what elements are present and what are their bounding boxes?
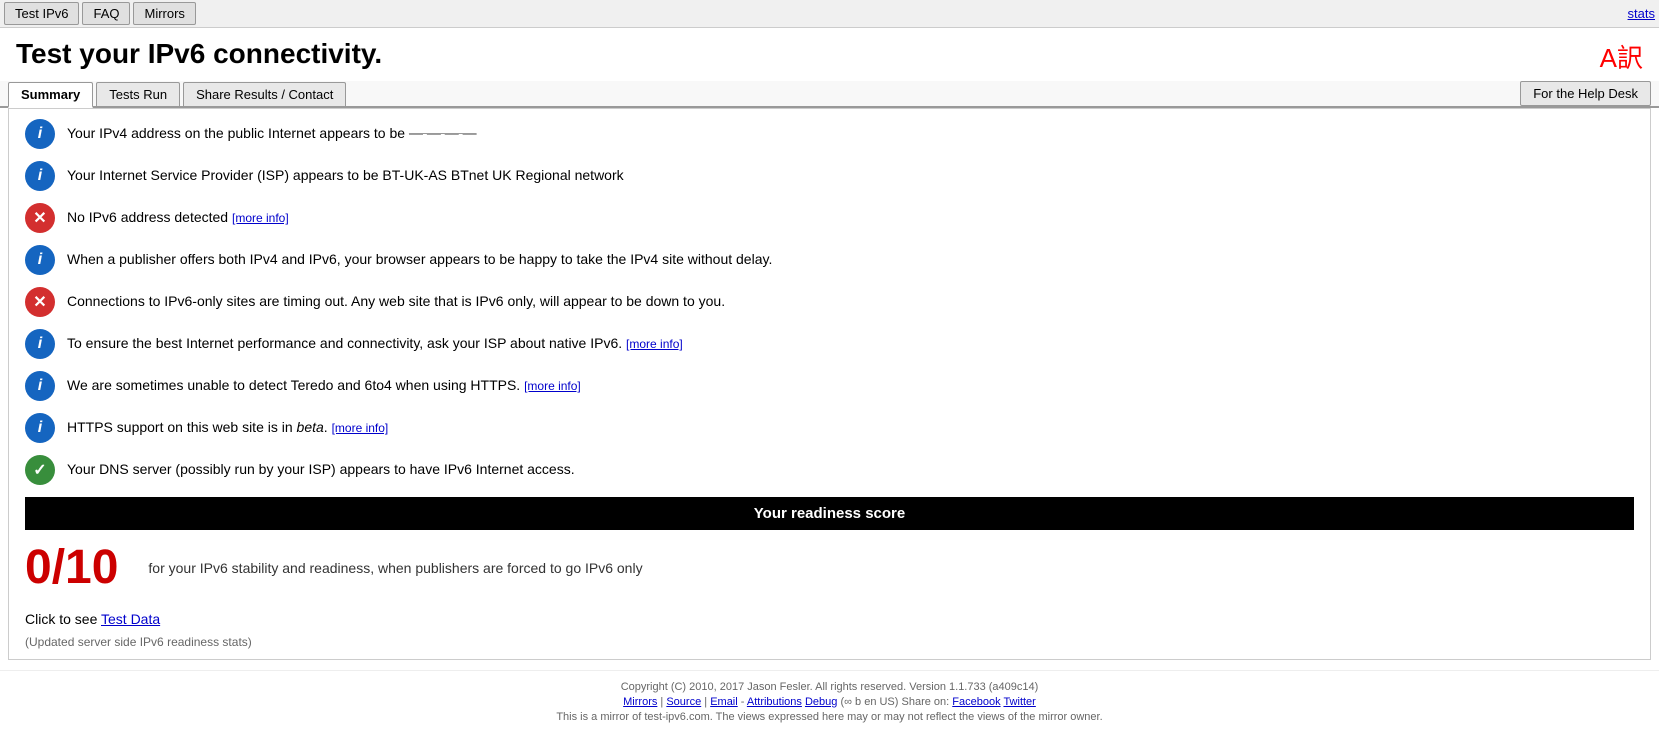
- main-content: i Your IPv4 address on the public Intern…: [8, 108, 1651, 660]
- row-teredo: i We are sometimes unable to detect Tere…: [25, 371, 1634, 401]
- score-subtitle: for your IPv6 stability and readiness, w…: [148, 560, 642, 576]
- footer-locale: ∞ b en US: [844, 696, 895, 708]
- icon-info-6: i: [25, 413, 55, 443]
- row-text-3: No IPv6 address detected [more info]: [67, 208, 289, 228]
- footer-twitter-link[interactable]: Twitter: [1003, 696, 1035, 708]
- icon-info-1: i: [25, 119, 55, 149]
- updated-note: (Updated server side IPv6 readiness stat…: [25, 635, 1634, 649]
- icon-info-5: i: [25, 371, 55, 401]
- row-timeout: ✕ Connections to IPv6-only sites are tim…: [25, 287, 1634, 317]
- row-text-5: Connections to IPv6-only sites are timin…: [67, 292, 725, 312]
- row-no-ipv6: ✕ No IPv6 address detected [more info]: [25, 203, 1634, 233]
- row-text-9: Your DNS server (possibly run by your IS…: [67, 460, 575, 480]
- footer-source-link[interactable]: Source: [666, 696, 701, 708]
- footer-mirrors-link[interactable]: Mirrors: [623, 696, 657, 708]
- translate-icon[interactable]: A訳: [1600, 38, 1643, 75]
- nav-tab-faq[interactable]: FAQ: [82, 2, 130, 25]
- more-info-link-2[interactable]: [more info]: [626, 337, 683, 351]
- icon-success-1: ✓: [25, 455, 55, 485]
- icon-info-4: i: [25, 329, 55, 359]
- tab-share-results[interactable]: Share Results / Contact: [183, 82, 346, 106]
- test-data-label: Click to see: [25, 611, 101, 627]
- more-info-link-3[interactable]: [more info]: [524, 379, 581, 393]
- help-desk-button[interactable]: For the Help Desk: [1520, 81, 1651, 106]
- row-text-2: Your Internet Service Provider (ISP) app…: [67, 166, 624, 186]
- footer-email-link[interactable]: Email: [710, 696, 738, 708]
- row-native-ipv6: i To ensure the best Internet performanc…: [25, 329, 1634, 359]
- footer-mirror-note: This is a mirror of test-ipv6.com. The v…: [0, 711, 1659, 723]
- row-text-4: When a publisher offers both IPv4 and IP…: [67, 250, 772, 270]
- nav-tab-mirrors[interactable]: Mirrors: [133, 2, 195, 25]
- score-bar: Your readiness score: [25, 497, 1634, 530]
- icon-error-1: ✕: [25, 203, 55, 233]
- icon-info-3: i: [25, 245, 55, 275]
- row-text-7: We are sometimes unable to detect Teredo…: [67, 376, 581, 396]
- row-publisher-both: i When a publisher offers both IPv4 and …: [25, 245, 1634, 275]
- score-area: 0/10 for your IPv6 stability and readine…: [25, 530, 1634, 601]
- footer: Copyright (C) 2010, 2017 Jason Fesler. A…: [0, 670, 1659, 732]
- tab-tests-run[interactable]: Tests Run: [96, 82, 180, 106]
- tab-summary[interactable]: Summary: [8, 82, 93, 108]
- test-data-link-row: Click to see Test Data: [25, 611, 1634, 627]
- footer-links: Mirrors | Source | Email - Attributions …: [0, 696, 1659, 708]
- top-nav-bar: Test IPv6 FAQ Mirrors stats: [0, 0, 1659, 28]
- more-info-link-4[interactable]: [more info]: [332, 421, 389, 435]
- test-data-link[interactable]: Test Data: [101, 611, 160, 627]
- row-isp: i Your Internet Service Provider (ISP) a…: [25, 161, 1634, 191]
- icon-info-2: i: [25, 161, 55, 191]
- row-ipv4-address: i Your IPv4 address on the public Intern…: [25, 119, 1634, 149]
- page-title-area: Test your IPv6 connectivity. A訳: [0, 28, 1659, 81]
- icon-error-2: ✕: [25, 287, 55, 317]
- row-dns-success: ✓ Your DNS server (possibly run by your …: [25, 455, 1634, 485]
- footer-debug-link[interactable]: Debug: [805, 696, 837, 708]
- tabs-row: Summary Tests Run Share Results / Contac…: [0, 81, 1659, 108]
- more-info-link-1[interactable]: [more info]: [232, 211, 289, 225]
- row-https-beta: i HTTPS support on this web site is in b…: [25, 413, 1634, 443]
- footer-facebook-link[interactable]: Facebook: [952, 696, 1000, 708]
- footer-attributions-link[interactable]: Attributions: [747, 696, 802, 708]
- row-text-6: To ensure the best Internet performance …: [67, 334, 683, 354]
- nav-tab-testipv6[interactable]: Test IPv6: [4, 2, 79, 25]
- row-text-1: Your IPv4 address on the public Internet…: [67, 124, 477, 144]
- stats-link[interactable]: stats: [1628, 6, 1655, 21]
- score-number: 0/10: [25, 540, 118, 595]
- row-text-8: HTTPS support on this web site is in bet…: [67, 418, 388, 438]
- page-title: Test your IPv6 connectivity.: [16, 38, 382, 70]
- footer-copyright: Copyright (C) 2010, 2017 Jason Fesler. A…: [0, 681, 1659, 693]
